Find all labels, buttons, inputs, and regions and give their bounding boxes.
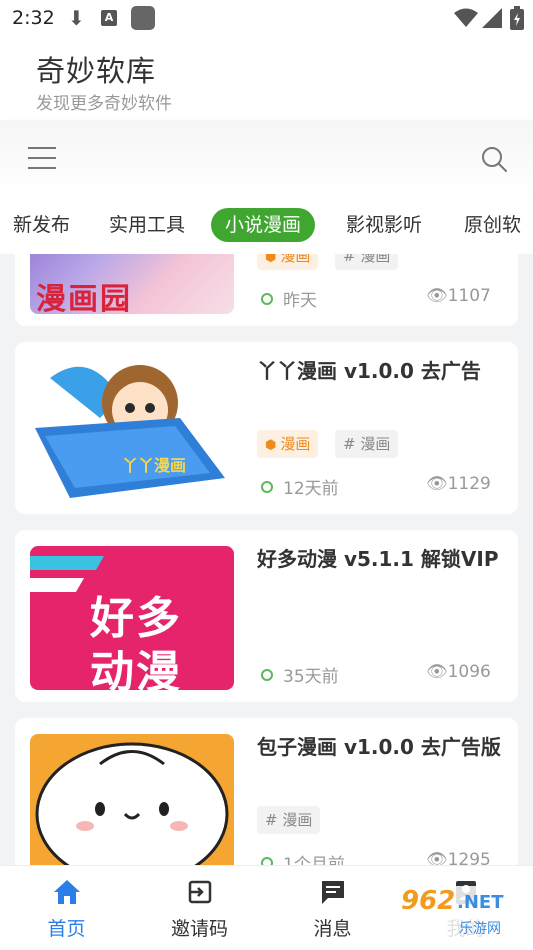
tag-label: 漫画 xyxy=(280,435,311,453)
tag-label: 漫画 xyxy=(280,254,311,265)
update-time: 昨天 xyxy=(261,286,317,311)
app-card[interactable]: 好多 动漫 好多动漫 v5.1.1 解锁VIP 35天前 👁1096 xyxy=(15,530,518,702)
toolbar xyxy=(0,120,533,196)
nav-messages[interactable]: 消息 xyxy=(266,866,399,950)
update-time: 35天前 xyxy=(261,662,339,687)
nav-label: 消息 xyxy=(313,918,352,940)
time-text: 35天前 xyxy=(283,667,339,687)
app-card[interactable]: 丫丫漫画 丫丫漫画 v1.0.0 去广告 ⬢ 漫画 # 漫画 12天前 👁1129 xyxy=(15,342,518,514)
message-icon xyxy=(321,881,344,904)
app-thumbnail: 丫丫漫画 xyxy=(30,358,234,502)
time-dot-icon xyxy=(261,857,273,865)
menu-button[interactable] xyxy=(24,144,60,174)
thumb-text: 漫画园 xyxy=(36,282,132,314)
status-time: 2:32 xyxy=(12,7,55,29)
app-thumbnail: 漫画园 xyxy=(30,254,234,314)
nav-label: 邀请码 xyxy=(170,918,228,940)
app-thumbnail: 好多 动漫 xyxy=(30,546,234,690)
baozi-illustration xyxy=(35,742,229,865)
time-text: 昨天 xyxy=(283,291,317,311)
signal-icon xyxy=(482,8,502,28)
menu-icon xyxy=(24,144,60,169)
topic-tag: # 漫画 xyxy=(335,430,399,458)
time-dot-icon xyxy=(261,293,273,305)
time-text: 12天前 xyxy=(283,479,339,499)
update-time: 1个月前 xyxy=(261,850,345,865)
download-icon: ⬇ xyxy=(68,6,85,30)
search-button[interactable] xyxy=(479,144,509,174)
eye-icon: 👁 xyxy=(426,286,448,306)
thumb-text: 丫丫漫画 xyxy=(122,456,187,475)
app-title: 奇妙软库 xyxy=(36,54,157,88)
tab-novels-comics[interactable]: 小说漫画 xyxy=(211,208,316,242)
category-tag: ⬢ 漫画 xyxy=(257,430,319,458)
search-icon xyxy=(482,147,507,172)
invite-icon xyxy=(188,880,211,904)
watermark-text-net: .NET xyxy=(457,892,504,913)
thumb-stripe xyxy=(30,556,105,570)
eye-icon: 👁 xyxy=(426,850,448,865)
app-notification-icon xyxy=(131,6,155,30)
app-card[interactable]: 漫画园 ⬢ 漫画 # 漫画 昨天 👁1107 xyxy=(15,254,518,326)
view-count: 👁1295 xyxy=(426,850,491,865)
view-count: 👁1107 xyxy=(426,286,491,306)
nav-label: 首页 xyxy=(47,918,86,940)
thumb-stripe xyxy=(30,578,85,592)
app-title: 好多动漫 v5.1.1 解锁VIP xyxy=(257,547,499,571)
watermark-text-962: 962 xyxy=(401,886,456,916)
nav-home[interactable]: 首页 xyxy=(0,866,133,950)
status-bar: 2:32 ⬇ A xyxy=(0,0,533,36)
topic-tag: # 漫画 xyxy=(335,254,399,270)
tab-new-releases[interactable]: 新发布 xyxy=(13,208,70,242)
app-title: 包子漫画 v1.0.0 去广告版 xyxy=(257,735,501,759)
wifi-icon xyxy=(454,8,478,27)
views-text: 1295 xyxy=(447,850,491,865)
app-title: 丫丫漫画 v1.0.0 去广告 xyxy=(257,359,481,383)
app-header: 奇妙软库 发现更多奇妙软件 xyxy=(0,36,533,120)
update-time: 12天前 xyxy=(261,474,339,499)
site-watermark-logo: 962 .NET 乐游网 xyxy=(395,882,525,942)
views-text: 1096 xyxy=(447,662,491,682)
views-text: 1129 xyxy=(447,474,491,494)
category-tag: ⬢ 漫画 xyxy=(257,254,319,270)
box-icon: ⬢ xyxy=(265,438,277,453)
home-icon xyxy=(53,880,80,904)
eye-icon: 👁 xyxy=(426,474,448,494)
app-list: 漫画园 ⬢ 漫画 # 漫画 昨天 👁1107 丫丫漫画 丫丫漫画 v1.0.0 去… xyxy=(0,254,533,865)
tab-utilities[interactable]: 实用工具 xyxy=(109,208,185,242)
app-thumbnail xyxy=(30,734,234,865)
battery-icon xyxy=(510,6,524,30)
tab-original[interactable]: 原创软 xyxy=(464,208,521,242)
nav-invite[interactable]: 邀请码 xyxy=(133,866,266,950)
tab-film-audio[interactable]: 影视影听 xyxy=(346,208,422,242)
thumb-text: 动漫 xyxy=(90,647,182,690)
app-card[interactable]: 包子漫画 v1.0.0 去广告版 # 漫画 1个月前 👁1295 xyxy=(15,718,518,865)
a-notification-icon: A xyxy=(101,10,117,26)
time-text: 1个月前 xyxy=(283,855,345,865)
topic-tag: # 漫画 xyxy=(257,806,321,834)
view-count: 👁1129 xyxy=(426,474,491,494)
views-text: 1107 xyxy=(447,286,491,306)
watermark-text-site: 乐游网 xyxy=(459,921,501,937)
app-subtitle: 发现更多奇妙软件 xyxy=(36,94,172,114)
time-dot-icon xyxy=(261,669,273,681)
category-tabs: 新发布 实用工具 小说漫画 影视影听 原创软 xyxy=(0,196,533,254)
yaya-comic-illustration xyxy=(35,365,225,498)
time-dot-icon xyxy=(261,481,273,493)
view-count: 👁1096 xyxy=(426,662,491,682)
eye-icon: 👁 xyxy=(426,662,448,682)
box-icon: ⬢ xyxy=(265,254,277,265)
